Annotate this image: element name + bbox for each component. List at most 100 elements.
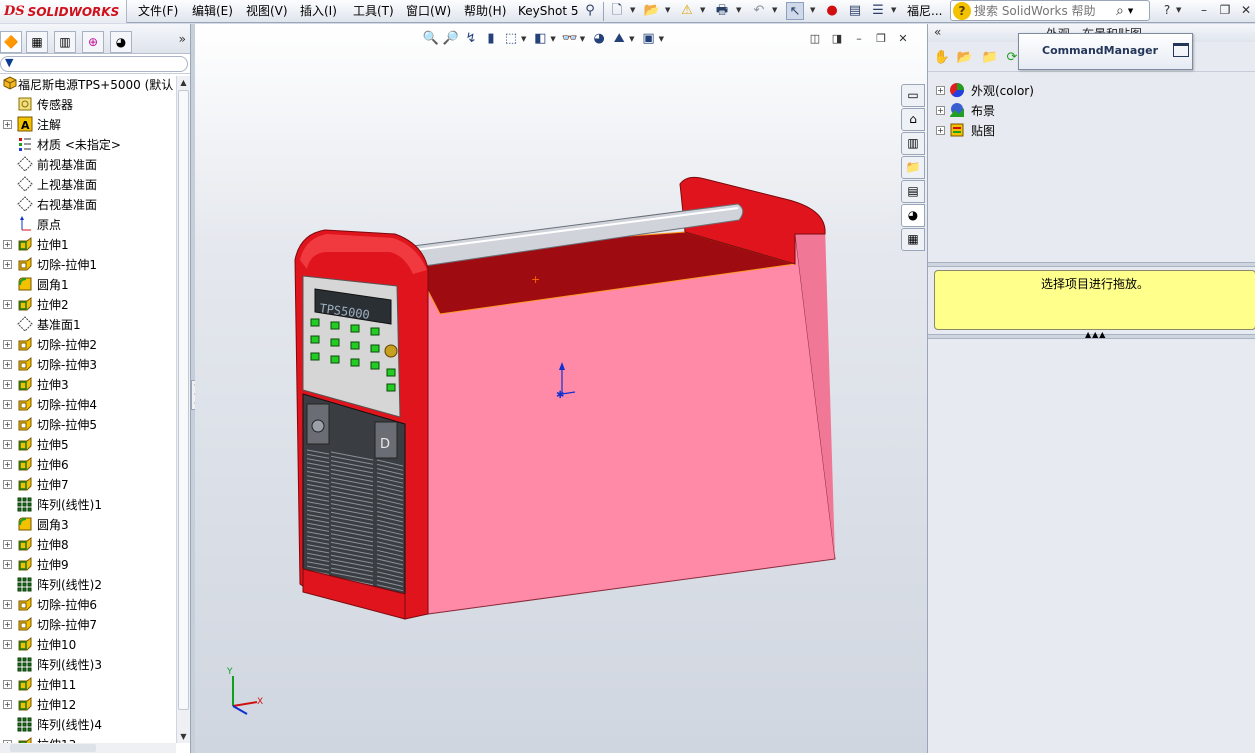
scroll-down-arrow[interactable]: ▼: [177, 730, 190, 743]
expand-toggle[interactable]: +: [3, 439, 12, 449]
expand-toggle[interactable]: +: [3, 359, 12, 369]
panel-button[interactable]: [330, 321, 340, 330]
decal-tree-item[interactable]: + 贴图: [928, 120, 995, 140]
expand-toggle[interactable]: +: [3, 399, 12, 409]
options-dropdown-arrow[interactable]: ▼: [891, 6, 896, 14]
minimize-icon[interactable]: –: [1195, 2, 1213, 18]
expand-toggle[interactable]: +: [3, 539, 12, 549]
restore-icon[interactable]: ❐: [1216, 2, 1234, 18]
feature-tree-item[interactable]: + 拉伸8: [0, 534, 176, 554]
tree-vertical-scrollbar[interactable]: ▲ ▼: [176, 76, 190, 743]
add-folder-icon[interactable]: 📁: [980, 48, 1000, 68]
panel-button[interactable]: [386, 383, 396, 392]
propertymanager-tab-icon[interactable]: ▦: [26, 31, 48, 53]
panel-knob[interactable]: [384, 344, 398, 358]
tree-hscroll-thumb[interactable]: [10, 744, 96, 752]
expand-toggle[interactable]: +: [3, 419, 12, 429]
new-document-icon[interactable]: 🗋: [608, 2, 626, 20]
panel-button[interactable]: [330, 338, 340, 347]
dimxpert-tab-icon[interactable]: ⊕: [82, 31, 104, 53]
menu-help[interactable]: 帮助(H): [464, 3, 506, 20]
expand-toggle[interactable]: +: [3, 459, 12, 469]
panel-button[interactable]: [310, 352, 320, 361]
configurationmanager-tab-icon[interactable]: ▥: [54, 31, 76, 53]
panel-button[interactable]: [310, 335, 320, 344]
menu-view[interactable]: 视图(V): [246, 3, 288, 20]
expand-toggle[interactable]: +: [3, 599, 12, 609]
new-dropdown-arrow[interactable]: ▼: [630, 6, 635, 14]
feature-tree-item[interactable]: 阵列(线性)3: [0, 654, 176, 674]
panel-button[interactable]: [350, 324, 360, 333]
scene-tree-item[interactable]: + 布景: [928, 100, 995, 120]
open-folder-icon[interactable]: 📂: [643, 2, 661, 20]
print-icon[interactable]: 🖶: [713, 2, 731, 20]
feature-tree-item[interactable]: 传感器: [0, 94, 176, 114]
tree-filter-input[interactable]: ▼: [0, 56, 188, 72]
feature-tree-item[interactable]: + 切除-拉伸5: [0, 414, 176, 434]
feature-tree-item[interactable]: 阵列(线性)2: [0, 574, 176, 594]
feature-tree-item[interactable]: + 拉伸3: [0, 374, 176, 394]
feature-tree-item[interactable]: 上视基准面: [0, 174, 176, 194]
feature-tree-item[interactable]: + 拉伸12: [0, 694, 176, 714]
expand-toggle[interactable]: +: [3, 639, 12, 649]
feature-tree-item[interactable]: 基准面1: [0, 314, 176, 334]
feature-tree-item[interactable]: + 切除-拉伸3: [0, 354, 176, 374]
help-dropdown-arrow[interactable]: ▼: [1176, 6, 1181, 14]
expand-toggle[interactable]: +: [3, 619, 12, 629]
feature-tree-item[interactable]: 右视基准面: [0, 194, 176, 214]
feature-tree-item[interactable]: 材质 <未指定>: [0, 134, 176, 154]
expand-toggle[interactable]: +: [3, 299, 12, 309]
options-icon[interactable]: ☰: [869, 2, 887, 20]
feature-tree-item[interactable]: + A 注解: [0, 114, 176, 134]
expand-toggle[interactable]: +: [3, 699, 12, 709]
expand-toggle[interactable]: +: [3, 479, 12, 489]
panel-button[interactable]: [350, 341, 360, 350]
expand-toggle[interactable]: +: [3, 239, 12, 249]
file-explorer-tab-icon[interactable]: 📁: [901, 156, 925, 179]
feature-tree-item[interactable]: 前视基准面: [0, 154, 176, 174]
expand-toggle[interactable]: +: [936, 125, 945, 135]
collapse-pane-icon[interactable]: «: [934, 25, 941, 39]
feature-tree-root[interactable]: 福尼斯电源TPS+5000 (默认: [0, 74, 176, 94]
feature-tree-item[interactable]: + 拉伸7: [0, 474, 176, 494]
feature-tree-item[interactable]: + 拉伸1: [0, 234, 176, 254]
expand-toggle[interactable]: +: [936, 105, 945, 115]
help-search-input[interactable]: [974, 3, 1114, 18]
expand-toggle[interactable]: +: [3, 379, 12, 389]
feature-tree-item[interactable]: 圆角1: [0, 274, 176, 294]
feature-tree-item[interactable]: 圆角3: [0, 514, 176, 534]
displaymanager-tab-icon[interactable]: ◕: [110, 31, 132, 53]
expand-toggle[interactable]: +: [3, 339, 12, 349]
feature-tree-item[interactable]: + 切除-拉伸1: [0, 254, 176, 274]
feature-tree-item[interactable]: + 拉伸9: [0, 554, 176, 574]
undo-icon[interactable]: ↶: [750, 2, 768, 20]
commandmanager-tooltip[interactable]: CommandManager: [1018, 33, 1193, 70]
feature-tree-item[interactable]: + 拉伸2: [0, 294, 176, 314]
menu-keyshot[interactable]: KeyShot 5: [518, 3, 578, 20]
model-3d-view[interactable]: TPS5000 D ✱ + Y X: [195, 24, 927, 753]
feature-tree-item[interactable]: + 拉伸11: [0, 674, 176, 694]
featuremanager-tab-icon[interactable]: 🔶: [0, 31, 22, 53]
panel-button[interactable]: [370, 361, 380, 370]
feature-tree-item[interactable]: + 拉伸5: [0, 434, 176, 454]
design-library-tab-icon[interactable]: ▥: [901, 132, 925, 155]
pane-divider[interactable]: [928, 262, 1255, 267]
back-icon[interactable]: ✋: [932, 48, 952, 68]
select-cursor-icon[interactable]: ↖: [786, 2, 804, 20]
file-properties-icon[interactable]: ▤: [846, 2, 864, 20]
search-dropdown-arrow[interactable]: ▼: [1128, 7, 1133, 15]
appearance-tree-item[interactable]: + 外观(color): [928, 80, 1034, 100]
feature-tree-item[interactable]: + 拉伸6: [0, 454, 176, 474]
print-dropdown-arrow[interactable]: ▼: [736, 6, 741, 14]
pane-divider-grip[interactable]: ▲▲▲: [928, 330, 1255, 339]
solidworks-resources-tab-icon[interactable]: ▭: [901, 84, 925, 107]
feature-tree-item[interactable]: + 切除-拉伸4: [0, 394, 176, 414]
menu-tools[interactable]: 工具(T): [353, 3, 394, 20]
expand-toggle[interactable]: +: [3, 119, 12, 129]
expand-panel-icon[interactable]: »: [179, 32, 186, 46]
panel-button[interactable]: [386, 368, 396, 377]
graphics-viewport[interactable]: 🔍 🔎 ↯ ▮ ⬚ ▼ ◧ ▼ 👓 ▼ ◕ ⛰ ▼ ▣ ▼ ◫ ◨ – ❐ ✕: [195, 24, 927, 753]
traffic-light-icon[interactable]: ●: [823, 2, 841, 20]
feature-tree-item[interactable]: 阵列(线性)4: [0, 714, 176, 734]
panel-button[interactable]: [310, 318, 320, 327]
